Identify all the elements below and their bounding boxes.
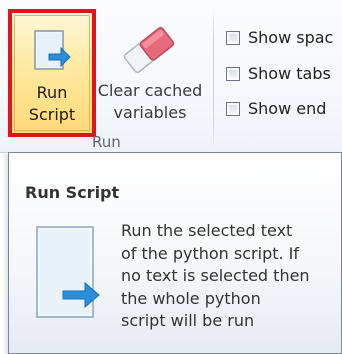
checkbox-box[interactable]	[226, 67, 240, 81]
run-script-icon	[36, 226, 100, 318]
tooltip-description-line: script will be run	[121, 311, 255, 330]
group-divider	[213, 10, 214, 150]
show-tabs-label: Show tabs	[248, 64, 331, 83]
tooltip-description: Run the selected text of the python scri…	[121, 220, 331, 333]
ribbon: Run Script Clear cached variables Run Sh…	[0, 0, 342, 153]
checkbox-box[interactable]	[226, 31, 240, 45]
tooltip-description-line: no text is selected then	[121, 266, 310, 285]
eraser-icon	[123, 27, 175, 73]
show-end-label: Show end	[248, 99, 327, 118]
run-script-label-line1: Run	[36, 83, 68, 102]
clear-cached-label-line1: Clear cached	[97, 81, 203, 100]
tooltip-description-line: the whole python	[121, 288, 261, 308]
tooltip-title: Run Script	[25, 183, 120, 202]
run-script-label-line2: Script	[28, 105, 76, 124]
run-script-button[interactable]: Run Script	[8, 9, 96, 137]
checkbox-box[interactable]	[226, 102, 240, 116]
clear-cached-label-line2: variables	[113, 103, 187, 122]
run-script-icon	[34, 30, 71, 70]
show-spaces-label: Show spac	[248, 28, 334, 47]
tooltip-description-line: of the python script. If	[121, 243, 300, 263]
clear-cached-variables-button[interactable]: Clear cached variables	[97, 14, 203, 129]
run-script-tooltip: Run Script Run the selected text of the …	[8, 152, 342, 354]
run-group-label: Run	[92, 133, 121, 151]
tooltip-description-line: Run the selected text	[121, 221, 293, 240]
